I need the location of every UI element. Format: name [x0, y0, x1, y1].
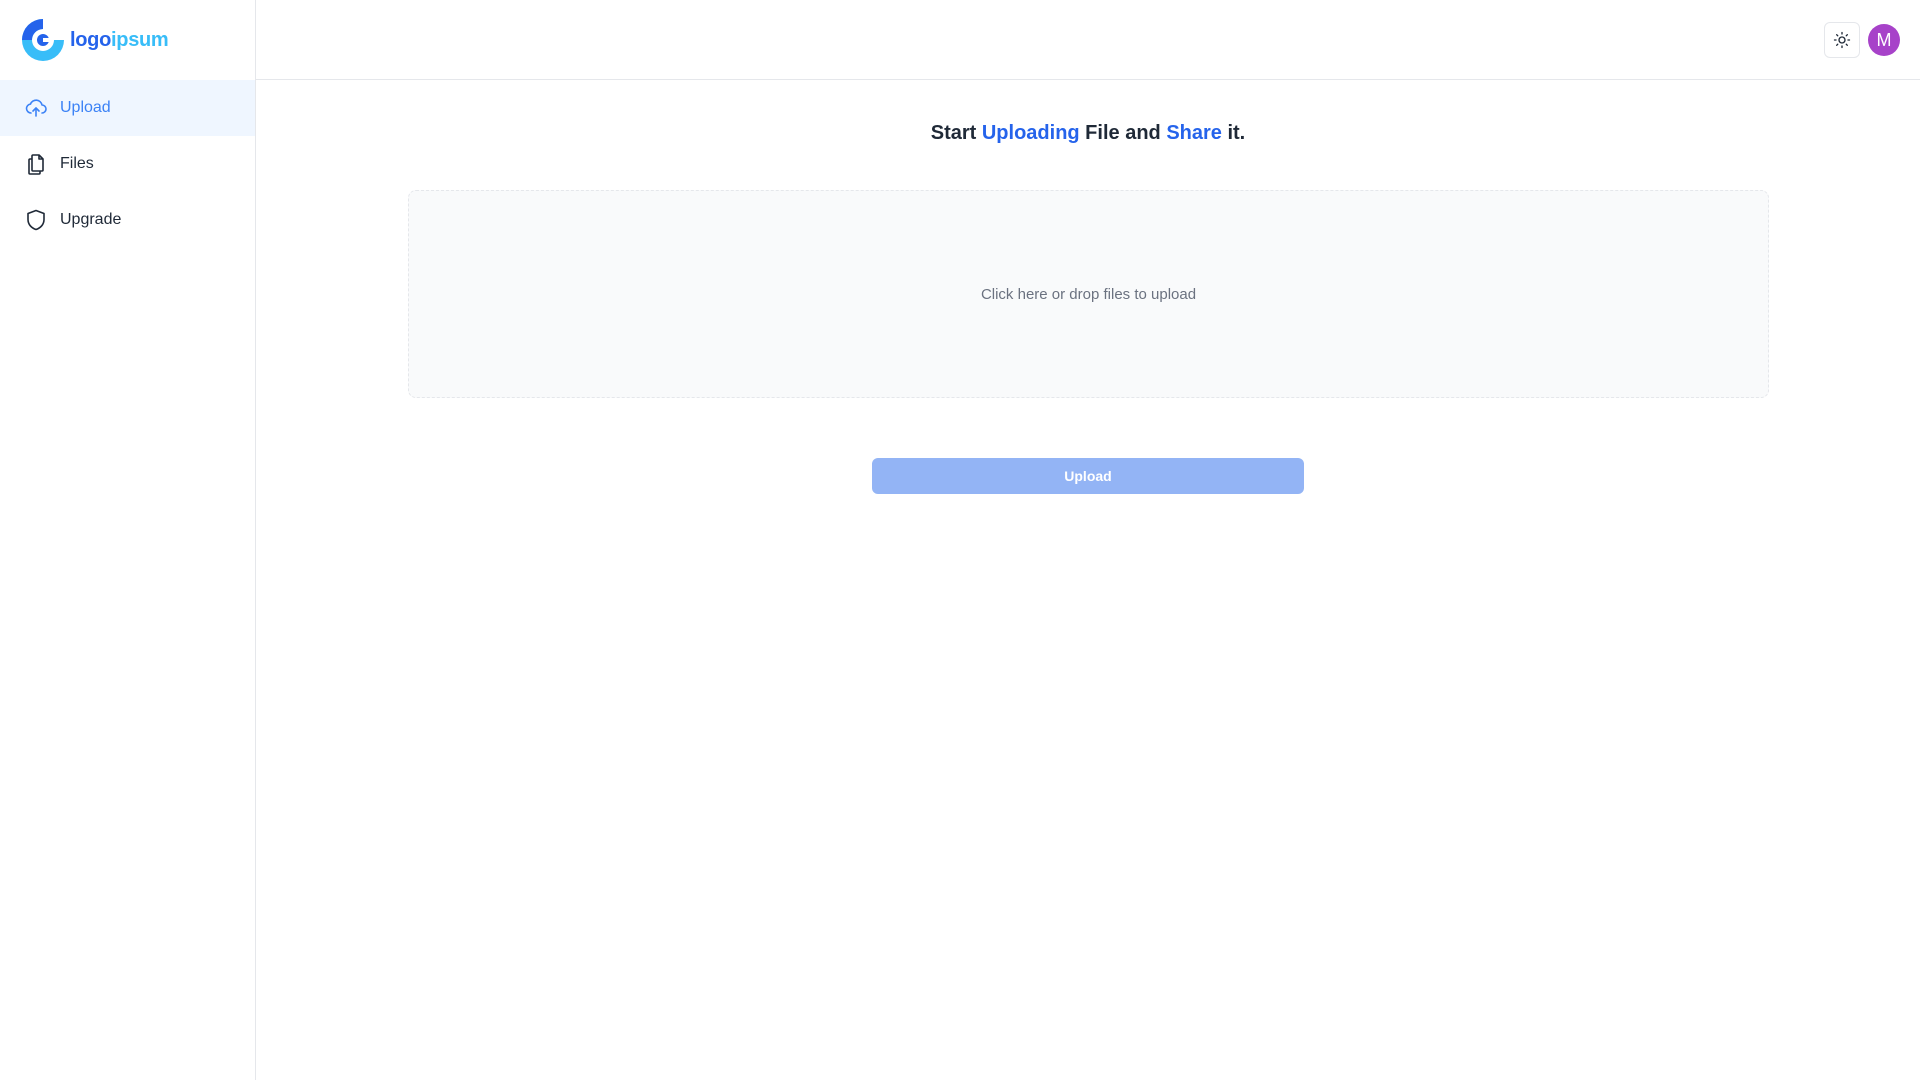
logo-text: logoipsum [70, 28, 169, 52]
main-content: Start Uploading File and Share it. Click… [256, 80, 1920, 1080]
cloud-upload-icon [25, 99, 47, 117]
avatar[interactable]: M [1868, 24, 1900, 56]
dropzone-text: Click here or drop files to upload [980, 285, 1197, 303]
headline-text: File and [1079, 122, 1167, 144]
headline-text: it. [1221, 122, 1246, 144]
sidebar-item-upgrade[interactable]: Upgrade [0, 192, 255, 248]
file-dropzone[interactable]: Click here or drop files to upload [408, 190, 1769, 398]
sidebar-item-upload[interactable]: Upload [0, 80, 255, 136]
headline-text: Start [930, 122, 982, 144]
files-icon [28, 154, 44, 175]
headline-accent-uploading: Uploading [981, 122, 1080, 144]
page-title: Start Uploading File and Share it. [256, 122, 1920, 145]
shield-icon [27, 209, 45, 231]
sidebar-item-files[interactable]: Files [0, 136, 255, 192]
sidebar-nav: Upload Files Upgrade [0, 80, 255, 248]
sidebar-item-label: Upload [60, 99, 111, 116]
sun-icon [1833, 31, 1851, 49]
logo-icon [22, 19, 64, 61]
logo-text-part2: ipsum [111, 28, 169, 51]
logo[interactable]: logoipsum [0, 0, 255, 80]
sidebar-item-label: Files [60, 155, 94, 172]
top-bar: M [256, 0, 1920, 80]
headline-accent-share: Share [1166, 122, 1222, 144]
theme-toggle-button[interactable] [1824, 22, 1860, 58]
sidebar: logoipsum Upload Files Upgrade [0, 0, 256, 1080]
logo-text-part1: logo [70, 28, 112, 51]
sidebar-item-label: Upgrade [60, 211, 122, 228]
upload-button[interactable]: Upload [872, 458, 1304, 494]
